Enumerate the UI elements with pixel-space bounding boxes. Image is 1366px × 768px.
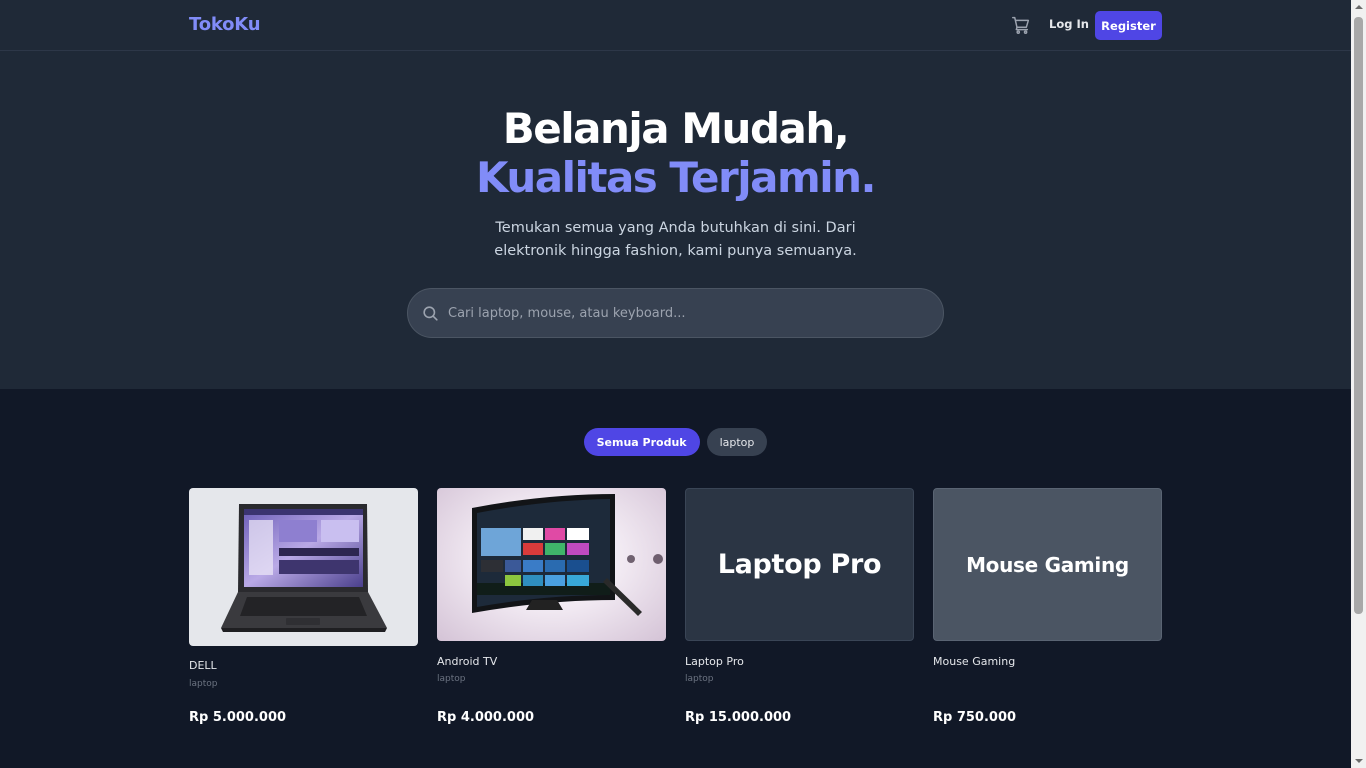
hero-title: Belanja Mudah, Kualitas Terjamin. <box>0 104 1351 202</box>
search-icon <box>421 304 440 323</box>
page-scrollbar[interactable] <box>1351 0 1366 768</box>
category-filters: Semua Produk laptop <box>0 428 1351 456</box>
product-price: Rp 5.000.000 <box>189 710 287 725</box>
product-price: Rp 4.000.000 <box>437 710 535 725</box>
product-card-android-tv[interactable]: Android TV laptop Rp 4.000.000 <box>437 488 666 768</box>
cart-icon[interactable] <box>1010 14 1032 36</box>
search-bar[interactable] <box>407 288 944 338</box>
product-name: Android TV <box>437 655 498 668</box>
product-image-text: Laptop Pro <box>717 549 882 580</box>
product-price: Rp 750.000 <box>933 710 1017 725</box>
product-image-text: Mouse Gaming <box>966 552 1129 577</box>
tv-image <box>472 494 663 616</box>
login-link[interactable]: Log In <box>1049 17 1089 31</box>
hero-title-line1: Belanja Mudah, <box>502 104 850 153</box>
product-card-dell[interactable]: DELL laptop Rp 5.000.000 <box>189 488 418 768</box>
hero-section: Belanja Mudah, Kualitas Terjamin. Temuka… <box>0 51 1351 389</box>
brand-logo[interactable]: TokoKu <box>189 14 261 35</box>
product-name: Mouse Gaming <box>933 655 1016 668</box>
product-name: Laptop Pro <box>685 655 744 668</box>
register-button[interactable]: Register <box>1095 11 1162 40</box>
scroll-down-arrow-icon[interactable] <box>1355 759 1363 763</box>
page: TokoKu Log In Register Belanja Mudah, Ku… <box>0 0 1366 768</box>
product-image-mouse-gaming: Mouse Gaming <box>933 488 1162 641</box>
navbar: TokoKu Log In Register <box>0 0 1351 51</box>
scroll-up-arrow-icon[interactable] <box>1355 5 1363 9</box>
product-card-laptop-pro[interactable]: Laptop Pro Laptop Pro laptop Rp 15.000.0… <box>685 488 914 768</box>
scrollbar-thumb[interactable] <box>1354 17 1363 614</box>
laptop-image <box>221 504 387 632</box>
search-input[interactable] <box>446 299 926 327</box>
product-category: laptop <box>685 674 714 684</box>
product-category: laptop <box>189 679 218 689</box>
product-image-android-tv <box>437 488 666 641</box>
filter-laptop[interactable]: laptop <box>706 428 768 456</box>
filter-all-products[interactable]: Semua Produk <box>583 428 700 456</box>
product-card-mouse-gaming[interactable]: Mouse Gaming Mouse Gaming Rp 750.000 <box>933 488 1162 768</box>
product-price: Rp 15.000.000 <box>685 710 792 725</box>
product-category: laptop <box>437 674 466 684</box>
product-grid: DELL laptop Rp 5.000.000 Android TV lapt… <box>189 488 1162 768</box>
hero-subtitle: Temukan semua yang Anda butuhkan di sini… <box>494 220 857 259</box>
product-image-dell <box>189 488 418 646</box>
hero-title-line2: Kualitas Terjamin. <box>476 153 876 202</box>
product-name: DELL <box>189 659 217 672</box>
product-image-laptop-pro: Laptop Pro <box>685 488 914 641</box>
